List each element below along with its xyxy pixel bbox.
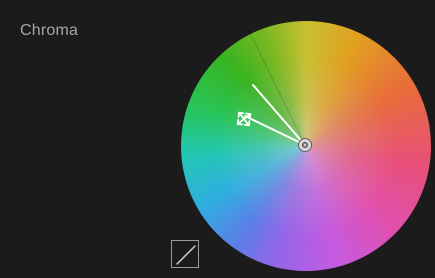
chroma-direction-line[interactable] bbox=[252, 84, 306, 146]
chroma-wheel[interactable] bbox=[181, 21, 431, 271]
chroma-amount-line[interactable] bbox=[244, 115, 306, 146]
diagonal-curve-icon bbox=[176, 245, 196, 265]
center-target-icon[interactable] bbox=[298, 138, 312, 152]
chroma-controls-overlay bbox=[236, 26, 312, 152]
curve-toggle-button[interactable] bbox=[171, 240, 199, 268]
direction-guide-line bbox=[246, 26, 306, 146]
panel-title: Chroma bbox=[20, 22, 79, 39]
chroma-panel: Chroma bbox=[0, 0, 435, 278]
